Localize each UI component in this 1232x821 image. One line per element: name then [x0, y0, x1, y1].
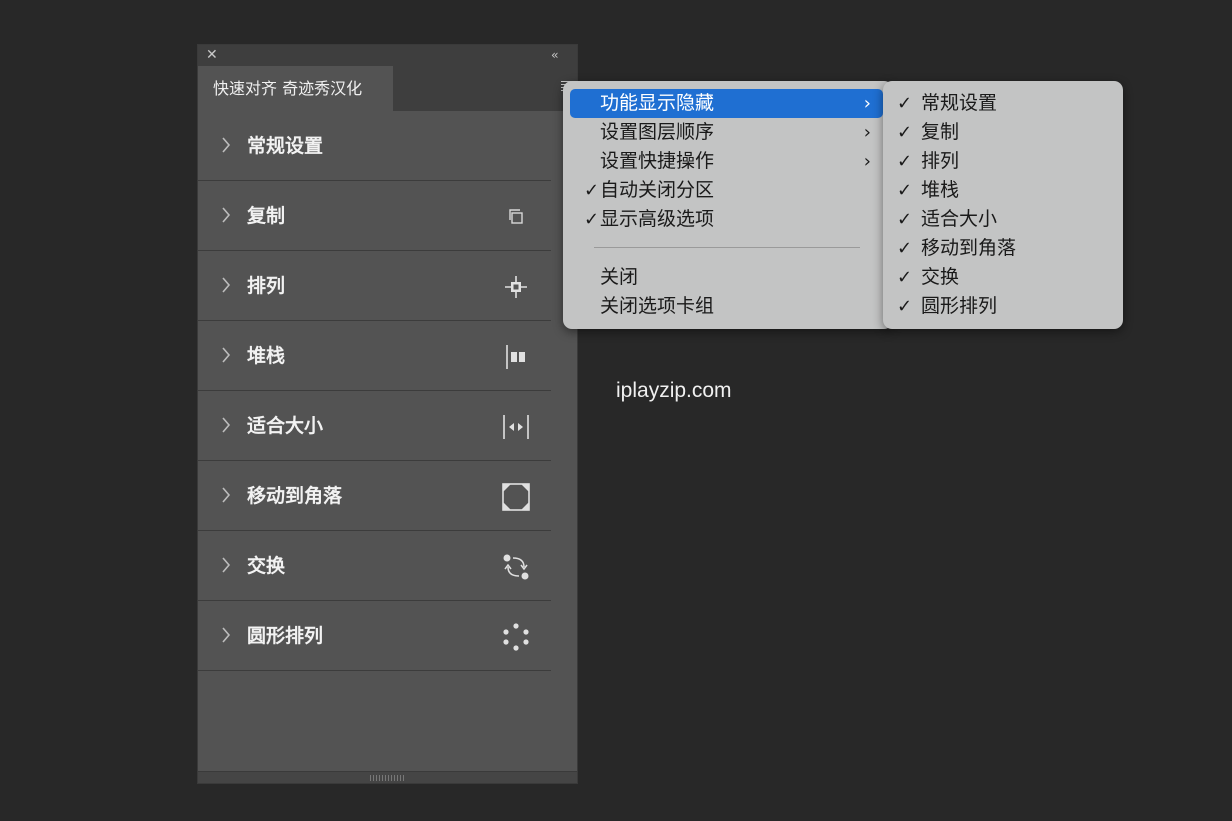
- check-icon: ✓: [897, 296, 913, 317]
- submenu-item-fit-size[interactable]: ✓ 适合大小: [883, 205, 1123, 234]
- panel-title-bar: ✕ ‹‹: [198, 45, 577, 66]
- check-icon: ✓: [897, 180, 913, 201]
- menu-item-close[interactable]: 关闭: [570, 263, 883, 292]
- check-icon: ✓: [897, 267, 913, 288]
- check-icon: ✓: [897, 93, 913, 114]
- chevron-right-icon: [222, 417, 231, 433]
- submenu-item-arrange[interactable]: ✓ 排列: [883, 147, 1123, 176]
- menu-item-label: 堆栈: [921, 179, 960, 201]
- menu-item-show-advanced[interactable]: ✓ 显示高级选项: [570, 205, 883, 234]
- check-icon: ✓: [584, 180, 600, 201]
- move-corner-icon[interactable]: [502, 483, 530, 511]
- submenu-item-general-settings[interactable]: ✓ 常规设置: [883, 89, 1123, 118]
- section-swap[interactable]: 交换: [198, 531, 551, 601]
- menu-item-label: 复制: [921, 121, 960, 143]
- menu-item-label: 适合大小: [921, 208, 998, 230]
- chevron-right-icon: [222, 207, 231, 223]
- section-label: 适合大小: [247, 415, 324, 437]
- panel-tab-bar: 快速对齐 奇迹秀汉化: [198, 66, 577, 111]
- stack-icon[interactable]: [502, 343, 530, 371]
- menu-item-auto-close-sections[interactable]: ✓ 自动关闭分区: [570, 176, 883, 205]
- collapse-icon[interactable]: ‹‹: [551, 48, 567, 62]
- section-label: 排列: [247, 275, 286, 297]
- chevron-right-icon: [222, 137, 231, 153]
- section-label: 堆栈: [247, 345, 286, 367]
- fit-size-icon[interactable]: [502, 413, 530, 441]
- submenu-arrow-icon: ›: [863, 151, 871, 172]
- submenu-item-move-to-corner[interactable]: ✓ 移动到角落: [883, 234, 1123, 263]
- menu-item-close-tab-group[interactable]: 关闭选项卡组: [570, 292, 883, 321]
- quick-align-panel: ✕ ‹‹ 快速对齐 奇迹秀汉化 常规设置 复制 排列 堆栈 适合大小 移动到角落…: [197, 44, 578, 784]
- section-label: 常规设置: [247, 135, 324, 157]
- menu-separator: [594, 247, 860, 248]
- check-icon: ✓: [897, 122, 913, 143]
- submenu-arrow-icon: ›: [863, 122, 871, 143]
- chevron-right-icon: [222, 487, 231, 503]
- submenu-item-copy[interactable]: ✓ 复制: [883, 118, 1123, 147]
- section-label: 复制: [247, 205, 286, 227]
- menu-item-label: 功能显示隐藏: [600, 92, 715, 114]
- section-list: 常规设置 复制 排列 堆栈 适合大小 移动到角落 交换 圆形排列: [198, 111, 551, 671]
- tab-quick-align[interactable]: 快速对齐 奇迹秀汉化: [198, 66, 393, 111]
- section-label: 圆形排列: [247, 625, 324, 647]
- screen: ✕ ‹‹ 快速对齐 奇迹秀汉化 常规设置 复制 排列 堆栈 适合大小 移动到角落…: [0, 0, 1232, 821]
- copy-icon[interactable]: [502, 203, 530, 231]
- menu-item-label: 关闭: [600, 266, 639, 288]
- chevron-right-icon: [222, 347, 231, 363]
- feature-visibility-submenu: ✓ 常规设置 ✓ 复制 ✓ 排列 ✓ 堆栈 ✓ 适合大小 ✓ 移动到角落 ✓ 交…: [883, 81, 1123, 329]
- menu-item-label: 显示高级选项: [600, 208, 715, 230]
- watermark-text: iplayzip.com: [616, 379, 732, 402]
- menu-item-toggle-features[interactable]: 功能显示隐藏 ›: [570, 89, 883, 118]
- menu-item-layer-order[interactable]: 设置图层顺序 ›: [570, 118, 883, 147]
- section-stack[interactable]: 堆栈: [198, 321, 551, 391]
- align-center-icon[interactable]: [502, 273, 530, 301]
- section-label: 交换: [247, 555, 286, 577]
- menu-item-label: 排列: [921, 150, 960, 172]
- menu-item-quick-actions[interactable]: 设置快捷操作 ›: [570, 147, 883, 176]
- circle-arrange-icon[interactable]: [502, 623, 530, 651]
- chevron-right-icon: [222, 627, 231, 643]
- section-arrange[interactable]: 排列: [198, 251, 551, 321]
- menu-item-label: 圆形排列: [921, 295, 998, 317]
- swap-icon[interactable]: [502, 553, 530, 581]
- section-move-to-corner[interactable]: 移动到角落: [198, 461, 551, 531]
- menu-item-label: 交换: [921, 266, 960, 288]
- panel-footer: [198, 771, 577, 783]
- menu-item-label: 移动到角落: [921, 237, 1017, 259]
- check-icon: ✓: [897, 209, 913, 230]
- section-circle-arrange[interactable]: 圆形排列: [198, 601, 551, 671]
- resize-handle[interactable]: [370, 775, 404, 781]
- chevron-right-icon: [222, 277, 231, 293]
- check-icon: ✓: [897, 151, 913, 172]
- submenu-item-stack[interactable]: ✓ 堆栈: [883, 176, 1123, 205]
- check-icon: ✓: [584, 209, 600, 230]
- menu-item-label: 关闭选项卡组: [600, 295, 715, 317]
- section-fit-size[interactable]: 适合大小: [198, 391, 551, 461]
- menu-item-label: 设置快捷操作: [600, 150, 715, 172]
- chevron-right-icon: [222, 557, 231, 573]
- submenu-item-swap[interactable]: ✓ 交换: [883, 263, 1123, 292]
- menu-item-label: 自动关闭分区: [600, 179, 715, 201]
- check-icon: ✓: [897, 238, 913, 259]
- section-copy[interactable]: 复制: [198, 181, 551, 251]
- section-general-settings[interactable]: 常规设置: [198, 111, 551, 181]
- menu-item-label: 常规设置: [921, 92, 998, 114]
- submenu-arrow-icon: ›: [863, 93, 871, 114]
- panel-flyout-menu: 功能显示隐藏 › 设置图层顺序 › 设置快捷操作 › ✓ 自动关闭分区 ✓ 显示…: [563, 81, 893, 329]
- submenu-item-circle-arrange[interactable]: ✓ 圆形排列: [883, 292, 1123, 321]
- section-label: 移动到角落: [247, 485, 343, 507]
- close-icon[interactable]: ✕: [206, 48, 220, 62]
- menu-item-label: 设置图层顺序: [600, 121, 715, 143]
